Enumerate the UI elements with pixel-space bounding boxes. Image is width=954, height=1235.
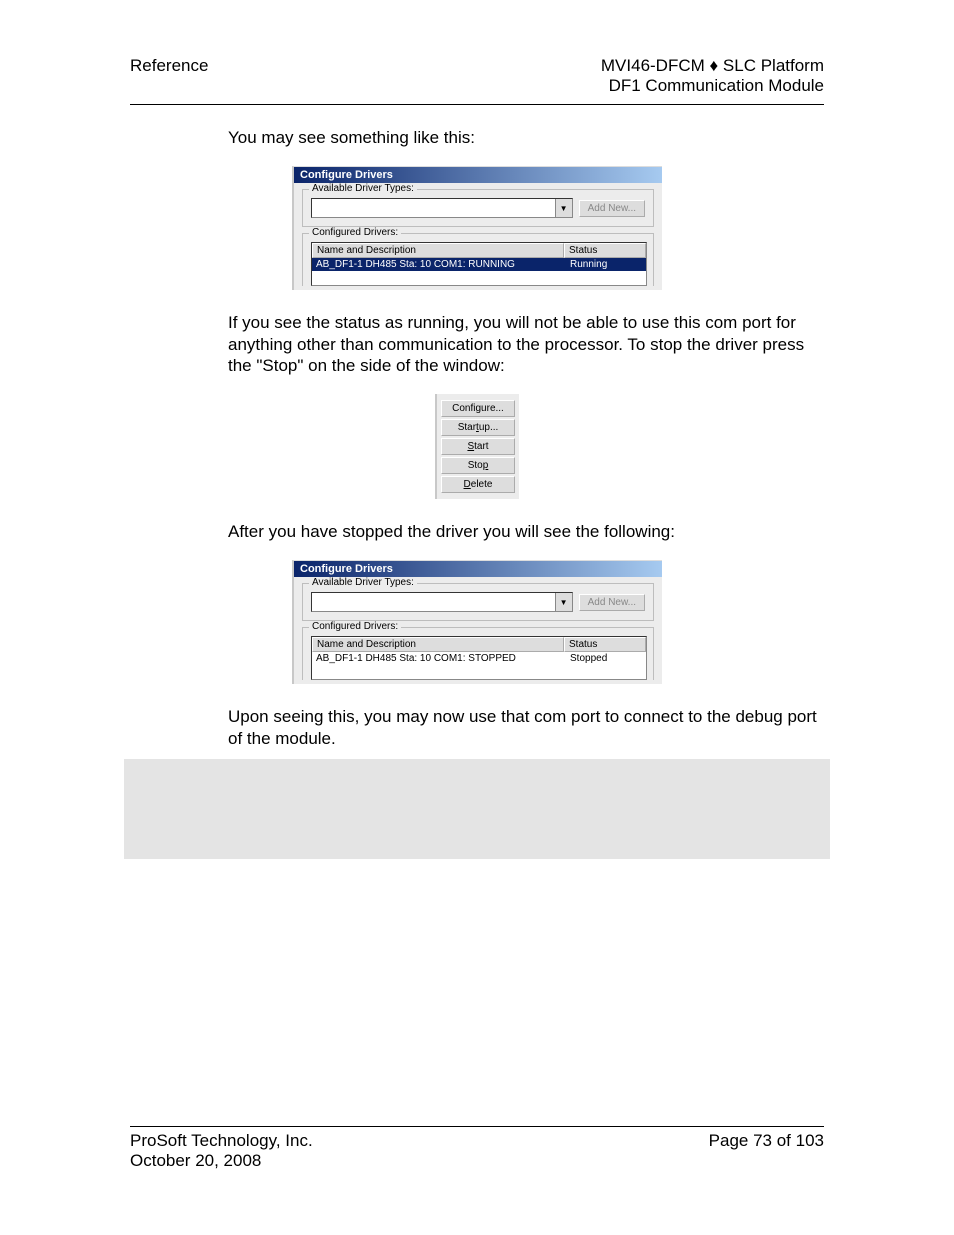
gray-block <box>124 759 830 859</box>
side-button-panel: Configure... Startup... Start Stop Delet… <box>435 394 519 499</box>
footer-date: October 20, 2008 <box>130 1151 313 1171</box>
driver-type-combo-2[interactable]: ▼ <box>311 592 573 612</box>
table-row-empty-2 <box>312 665 646 679</box>
paragraph-running-explain: If you see the status as running, you wi… <box>228 312 824 376</box>
table-header: Name and Description Status <box>312 243 646 258</box>
configure-drivers-dialog-stopped: Configure Drivers Available Driver Types… <box>292 560 662 684</box>
footer-company: ProSoft Technology, Inc. <box>130 1131 313 1151</box>
cell-status-2: Stopped <box>566 652 646 665</box>
page: Reference MVI46-DFCM ♦ SLC Platform DF1 … <box>0 0 954 1235</box>
page-footer: ProSoft Technology, Inc. October 20, 200… <box>130 1126 824 1171</box>
figure-dialog-stopped: Configure Drivers Available Driver Types… <box>130 560 824 684</box>
dialog-title-2: Configure Drivers <box>294 561 662 577</box>
stop-button[interactable]: Stop <box>441 457 515 474</box>
available-driver-types-group-2: Available Driver Types: ▼ Add New... <box>302 583 654 621</box>
chevron-down-icon[interactable]: ▼ <box>555 199 572 217</box>
dialog-title: Configure Drivers <box>294 167 662 183</box>
cell-name: AB_DF1-1 DH485 Sta: 10 COM1: RUNNING <box>312 258 566 271</box>
header-left: Reference <box>130 56 208 96</box>
available-driver-types-group: Available Driver Types: ▼ Add New... <box>302 189 654 227</box>
available-legend: Available Driver Types: <box>309 183 417 194</box>
delete-label: Delete <box>464 479 493 490</box>
configured-legend-2: Configured Drivers: <box>309 621 401 632</box>
available-legend-2: Available Driver Types: <box>309 577 417 588</box>
configured-drivers-group-2: Configured Drivers: Name and Description… <box>302 627 654 680</box>
paragraph-intro: You may see something like this: <box>228 127 824 148</box>
header-right-line2: DF1 Communication Module <box>601 76 824 96</box>
start-button[interactable]: Start <box>441 438 515 455</box>
cell-status: Running <box>566 258 646 271</box>
driver-type-input-2[interactable] <box>312 593 555 611</box>
add-new-button-2[interactable]: Add New... <box>579 594 645 611</box>
configured-drivers-group: Configured Drivers: Name and Description… <box>302 233 654 286</box>
paragraph-after-stop: After you have stopped the driver you wi… <box>228 521 824 542</box>
add-new-button[interactable]: Add New... <box>579 200 645 217</box>
figure-dialog-running: Configure Drivers Available Driver Types… <box>130 166 824 290</box>
figure-button-panel: Configure... Startup... Start Stop Delet… <box>130 394 824 499</box>
page-header: Reference MVI46-DFCM ♦ SLC Platform DF1 … <box>130 56 824 105</box>
col-status-header-2[interactable]: Status <box>564 637 646 652</box>
table-row-empty <box>312 271 646 285</box>
col-status-header[interactable]: Status <box>564 243 646 258</box>
paragraph-conclusion: Upon seeing this, you may now use that c… <box>228 706 824 749</box>
configured-legend: Configured Drivers: <box>309 227 401 238</box>
configure-button[interactable]: Configure... <box>441 400 515 417</box>
driver-type-input[interactable] <box>312 199 555 217</box>
driver-type-combo[interactable]: ▼ <box>311 198 573 218</box>
header-right-line1: MVI46-DFCM ♦ SLC Platform <box>601 56 824 76</box>
startup-label: Startup... <box>458 422 499 433</box>
col-name-header-2[interactable]: Name and Description <box>312 637 564 652</box>
startup-button[interactable]: Startup... <box>441 419 515 436</box>
table-header-2: Name and Description Status <box>312 637 646 652</box>
drivers-table-2: Name and Description Status AB_DF1-1 DH4… <box>311 636 647 680</box>
configure-drivers-dialog: Configure Drivers Available Driver Types… <box>292 166 662 290</box>
chevron-down-icon-2[interactable]: ▼ <box>555 593 572 611</box>
footer-page-number: Page 73 of 103 <box>709 1131 824 1171</box>
table-row-2[interactable]: AB_DF1-1 DH485 Sta: 10 COM1: STOPPED Sto… <box>312 652 646 665</box>
header-right: MVI46-DFCM ♦ SLC Platform DF1 Communicat… <box>601 56 824 96</box>
delete-button[interactable]: Delete <box>441 476 515 493</box>
table-row[interactable]: AB_DF1-1 DH485 Sta: 10 COM1: RUNNING Run… <box>312 258 646 271</box>
cell-name-2: AB_DF1-1 DH485 Sta: 10 COM1: STOPPED <box>312 652 566 665</box>
footer-left: ProSoft Technology, Inc. October 20, 200… <box>130 1131 313 1171</box>
col-name-header[interactable]: Name and Description <box>312 243 564 258</box>
stop-label: Stop <box>468 460 489 471</box>
drivers-table: Name and Description Status AB_DF1-1 DH4… <box>311 242 647 286</box>
start-label: Start <box>467 441 488 452</box>
